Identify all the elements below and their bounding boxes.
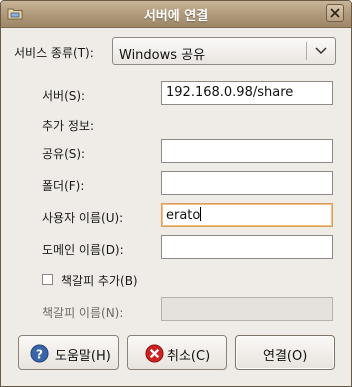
extra-info-heading: 추가 정보: bbox=[42, 119, 95, 133]
username-input[interactable]: erato bbox=[161, 203, 333, 227]
text-cursor bbox=[200, 207, 202, 221]
service-type-combobox[interactable]: Windows 공유 bbox=[112, 37, 336, 65]
username-value: erato bbox=[166, 208, 201, 223]
svg-text:?: ? bbox=[36, 347, 43, 361]
cancel-button[interactable]: 취소(C) bbox=[127, 335, 227, 370]
title-bar[interactable]: 서버에 연결 bbox=[1, 1, 351, 28]
share-input[interactable] bbox=[161, 139, 333, 163]
share-label: 공유(S): bbox=[42, 147, 86, 161]
domain-input[interactable] bbox=[161, 235, 333, 259]
help-icon: ? bbox=[30, 344, 49, 363]
domain-label: 도메인 이름(D): bbox=[42, 243, 124, 257]
window-title: 서버에 연결 bbox=[143, 9, 209, 24]
bookmark-name-input[interactable] bbox=[161, 297, 333, 321]
cancel-icon bbox=[145, 344, 164, 363]
server-input[interactable]: 192.168.0.98/share bbox=[161, 81, 333, 105]
username-label: 사용자 이름(U): bbox=[42, 211, 124, 225]
service-type-value: Windows 공유 bbox=[119, 48, 206, 63]
close-icon bbox=[330, 8, 340, 18]
help-button[interactable]: ? 도움말(H) bbox=[18, 335, 119, 370]
combo-separator bbox=[306, 42, 307, 60]
server-label: 서버(S): bbox=[42, 89, 86, 103]
cancel-button-label: 취소(C) bbox=[167, 349, 211, 364]
connect-to-server-dialog: 서버에 연결 서비스 종류(T): Windows 공유 서버(S): 192.… bbox=[0, 0, 352, 387]
bookmark-name-label: 책갈피 이름(N): bbox=[42, 306, 124, 320]
close-button[interactable] bbox=[326, 4, 344, 22]
help-button-label: 도움말(H) bbox=[55, 349, 111, 364]
connect-button-label: 연결(O) bbox=[263, 349, 308, 364]
chevron-down-icon bbox=[315, 47, 327, 55]
service-type-label: 서비스 종류(T): bbox=[14, 46, 94, 60]
connect-button[interactable]: 연결(O) bbox=[235, 335, 335, 370]
folder-label: 폴더(F): bbox=[42, 179, 85, 193]
folder-input[interactable] bbox=[161, 171, 333, 195]
add-bookmark-checkbox[interactable] bbox=[42, 274, 53, 285]
add-bookmark-label[interactable]: 책갈피 추가(B) bbox=[61, 272, 138, 289]
